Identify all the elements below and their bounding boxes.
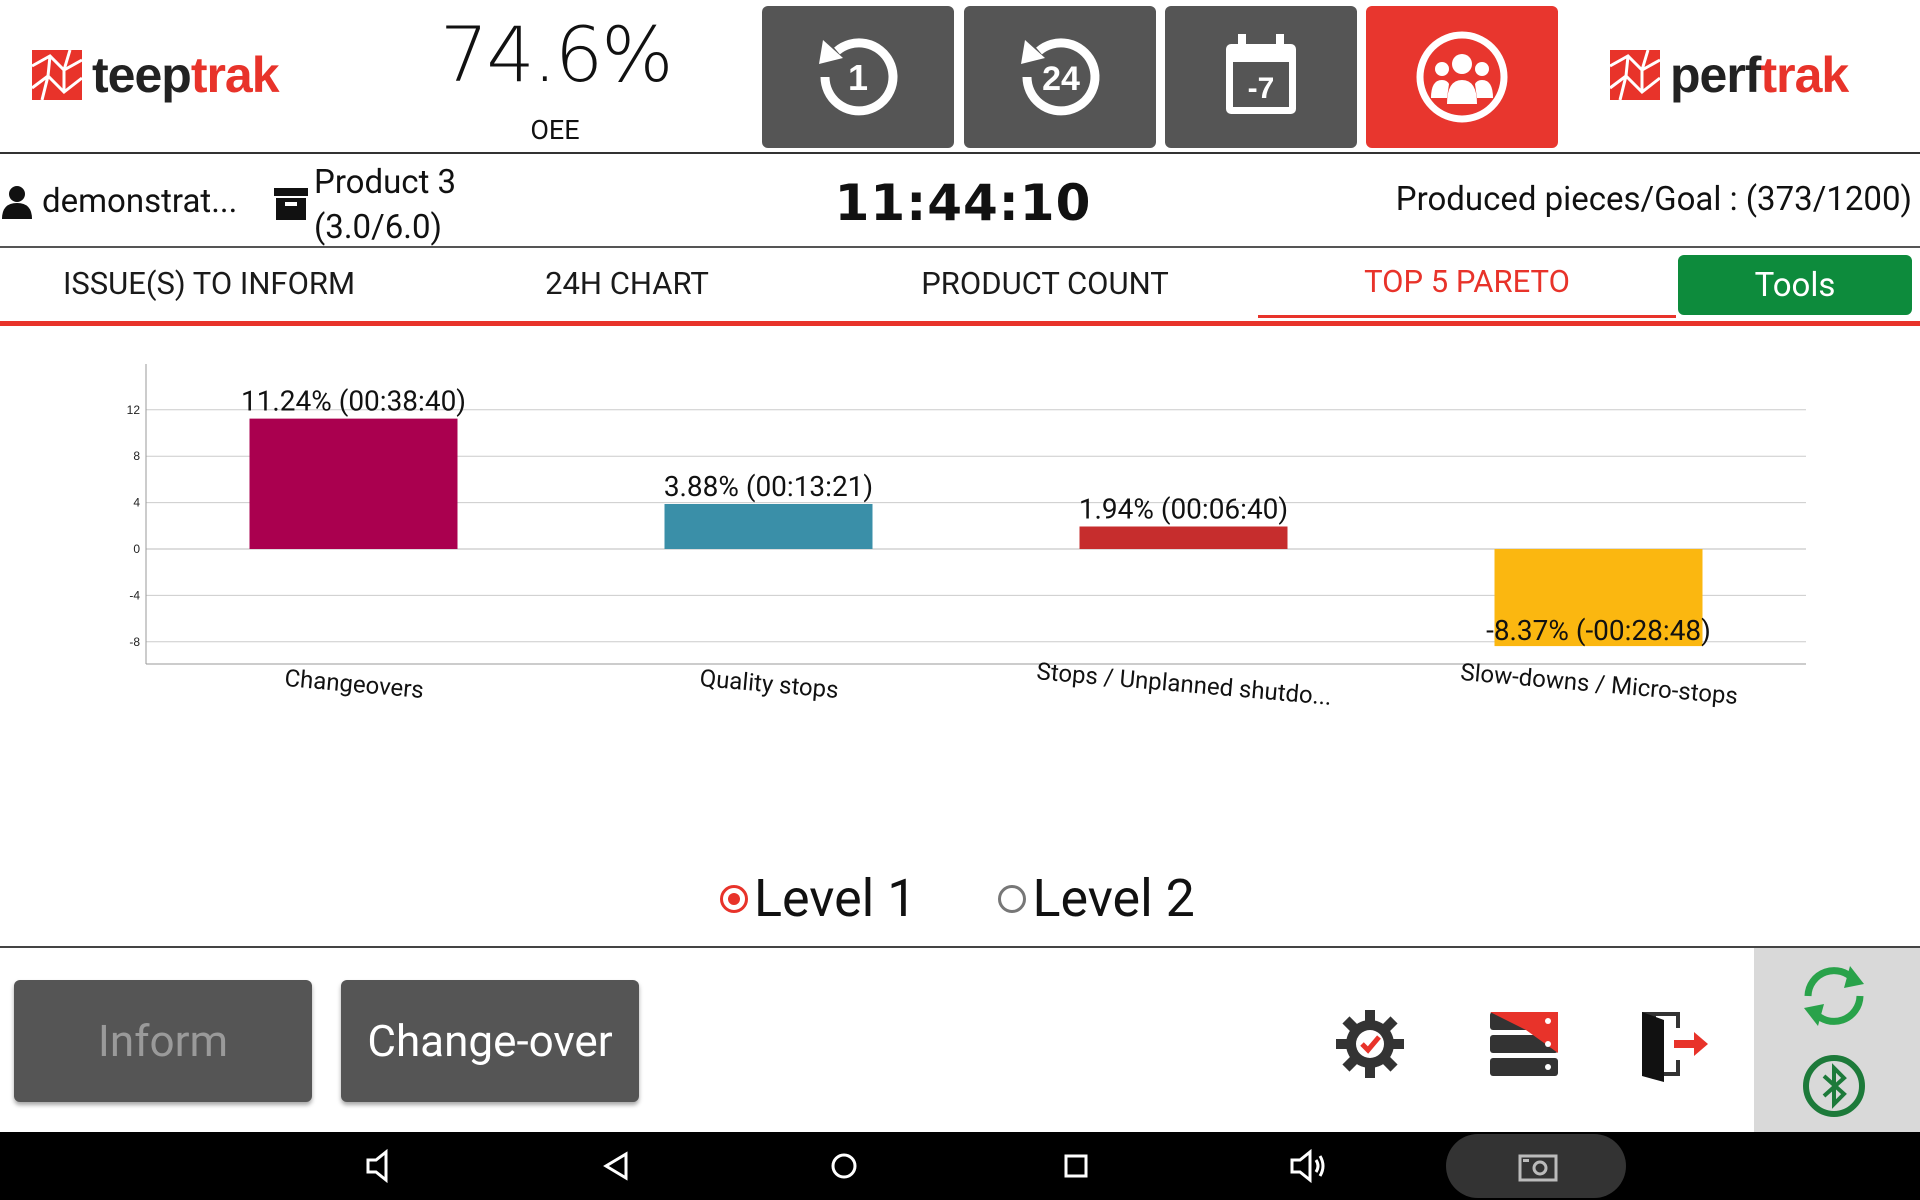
history-24h-icon: 24 (1021, 38, 1100, 116)
produced-goal: Produced pieces/Goal : (373/1200) (1396, 180, 1912, 219)
clock: 11:44:10 (834, 174, 1092, 232)
volume-down-button[interactable] (358, 1142, 406, 1190)
current-product: Product 3 (3.0/6.0) (274, 160, 456, 250)
logo-text-part2: trak (190, 47, 280, 103)
level-1-radio[interactable]: Level 1 (720, 868, 916, 929)
info-bar: demonstrat... Product 3 (3.0/6.0) 11:44:… (0, 154, 1920, 248)
user-icon (2, 185, 32, 219)
inform-button[interactable]: Inform (14, 980, 312, 1102)
volume-up-icon (1290, 1148, 1325, 1184)
radio-unselected-icon (998, 884, 1027, 913)
history-1h-icon: 1 (819, 38, 898, 116)
home-button[interactable] (820, 1142, 868, 1190)
level-2-radio[interactable]: Level 2 (998, 868, 1195, 929)
last-24h-button[interactable]: 24 (964, 6, 1156, 148)
footer: Inform Change-over (0, 946, 1920, 1134)
data-label: 1.94% (00:06:40) (1079, 492, 1288, 525)
back-button[interactable] (592, 1142, 640, 1190)
y-tick-label: -8 (129, 635, 140, 649)
recents-button[interactable] (1052, 1142, 1100, 1190)
back-icon (603, 1151, 628, 1181)
tab-bar: ISSUE(S) TO INFORM 24H CHART PRODUCT COU… (0, 248, 1920, 326)
bar-2 (664, 503, 873, 549)
x-category-label: Changeovers (283, 664, 425, 704)
user-name: demonstrat... (42, 182, 238, 221)
tab-issues-to-inform[interactable]: ISSUE(S) TO INFORM (0, 248, 418, 318)
bar-1 (249, 418, 458, 549)
current-user: demonstrat... (2, 182, 237, 221)
data-label: 3.88% (00:13:21) (664, 470, 873, 503)
bluetooth-icon[interactable] (1796, 1048, 1872, 1124)
level-selector: Level 1 Level 2 (720, 868, 1195, 929)
pareto-chart: 12 8 4 0 -4 -8 11.24% (00:38:40) Changeovers 3.8… (0, 340, 1920, 780)
oee-value: 74.6% (440, 10, 673, 99)
android-nav-bar (0, 1132, 1920, 1200)
level-1-label: Level 1 (754, 868, 917, 929)
logo-text-part1: teep (92, 47, 192, 103)
change-over-button[interactable]: Change-over (341, 980, 639, 1102)
tools-button[interactable]: Tools (1678, 255, 1912, 315)
y-tick-label: -4 (129, 588, 140, 602)
sync-icon[interactable] (1796, 958, 1872, 1034)
last-7-days-button[interactable]: -7 (1165, 6, 1357, 148)
team-icon (1416, 31, 1508, 123)
svg-text:-7: -7 (1248, 72, 1275, 105)
perftrak-logo: perftrak (1608, 47, 1849, 103)
oee-label: OEE (530, 114, 580, 146)
sync-panel (1754, 948, 1920, 1134)
x-category-label: Stops / Unplanned shutdo... (1036, 657, 1333, 711)
pareto-chart-svg: 12 8 4 0 -4 -8 11.24% (00:38:40) Changeovers 3.8… (127, 364, 1806, 711)
volume-down-icon (366, 1148, 388, 1184)
y-tick-label: 12 (127, 403, 141, 417)
data-label: 11.24% (00:38:40) (241, 385, 466, 418)
teeptrak-logo: teeptrak (30, 47, 280, 103)
tab-24h-chart[interactable]: 24H CHART (418, 248, 836, 318)
y-tick-label: 4 (133, 496, 140, 510)
product-name: Product 3 (314, 163, 457, 202)
settings-check-icon[interactable] (1332, 1006, 1408, 1082)
x-category-label: Slow-downs / Micro-stops (1459, 658, 1739, 710)
product-value: (3.0/6.0) (314, 208, 442, 247)
y-tick-label: 8 (133, 449, 140, 463)
logo-text-part1: perf (1670, 47, 1761, 103)
archive-box-icon (274, 188, 308, 220)
perftrak-logo-mark (1609, 49, 1661, 101)
home-icon (831, 1153, 857, 1179)
tab-product-count[interactable]: PRODUCT COUNT (836, 248, 1254, 318)
header: teeptrak 74.6% OEE 1 24 -7 perftrak (0, 0, 1920, 154)
x-category-label: Quality stops (699, 664, 840, 704)
server-stack-icon[interactable] (1486, 1006, 1562, 1082)
volume-up-button[interactable] (1284, 1142, 1332, 1190)
svg-text:1: 1 (848, 57, 868, 98)
camera-icon (1518, 1154, 1558, 1182)
svg-text:24: 24 (1042, 60, 1080, 98)
tab-top-5-pareto[interactable]: TOP 5 PARETO (1258, 248, 1676, 318)
team-view-button[interactable] (1366, 6, 1558, 148)
app-root: teeptrak 74.6% OEE 1 24 -7 perftrak demo… (0, 0, 1920, 1200)
calendar-7d-icon: -7 (1226, 34, 1296, 114)
y-tick-label: 0 (133, 542, 140, 556)
radio-selected-icon (720, 884, 748, 913)
logo-text-part2: trak (1760, 47, 1849, 103)
screenshot-button[interactable] (1514, 1142, 1562, 1190)
bar-3 (1079, 526, 1288, 549)
level-2-label: Level 2 (1032, 868, 1195, 929)
teeptrak-logo-mark (31, 49, 83, 101)
goal-label: Produced pieces/Goal : (1395, 180, 1738, 219)
last-hour-button[interactable]: 1 (762, 6, 954, 148)
logout-icon[interactable] (1636, 1006, 1712, 1082)
recents-icon (1064, 1154, 1088, 1178)
goal-value: (373/1200) (1745, 180, 1912, 219)
data-label: -8.37% (-00:28:48) (1486, 614, 1711, 647)
